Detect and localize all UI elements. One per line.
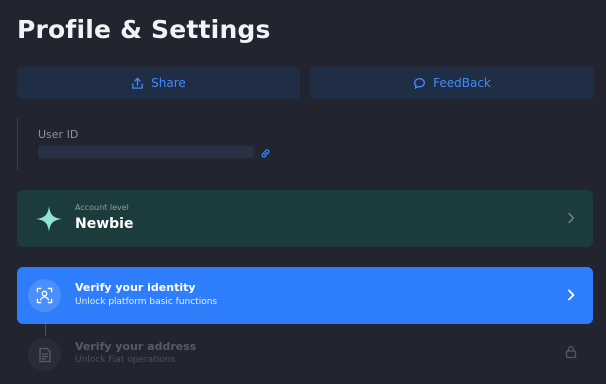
chat-bubble-icon	[414, 77, 426, 89]
lock-icon	[565, 346, 577, 359]
page-title: Profile & Settings	[17, 15, 271, 44]
verify-identity-card[interactable]: Verify your identity Unlock platform bas…	[17, 267, 593, 324]
sparkle-star-icon	[36, 206, 62, 232]
verify-identity-badge	[28, 279, 61, 312]
chevron-right-icon	[568, 212, 575, 224]
share-icon	[132, 77, 143, 89]
feedback-button[interactable]: FeedBack	[310, 67, 594, 99]
verify-address-row: Verify your address Unlock Fiat operatio…	[17, 333, 593, 378]
verify-address-subtitle: Unlock Fiat operations	[75, 355, 176, 365]
face-scan-icon	[36, 287, 53, 304]
verify-identity-subtitle: Unlock platform basic functions	[75, 297, 218, 307]
share-label: Share	[151, 76, 186, 90]
document-icon	[38, 347, 51, 362]
copy-icon[interactable]	[260, 148, 271, 159]
account-level-value: Newbie	[75, 216, 134, 232]
user-id-section: User ID	[17, 118, 318, 170]
share-button[interactable]: Share	[17, 67, 300, 99]
user-id-value	[38, 146, 254, 158]
account-level-caption: Account level	[75, 203, 129, 212]
verify-identity-title: Verify your identity	[75, 281, 196, 294]
feedback-label: FeedBack	[433, 76, 491, 90]
chevron-right-icon	[568, 289, 575, 301]
user-id-label: User ID	[38, 128, 79, 141]
verify-address-title: Verify your address	[75, 340, 197, 353]
account-level-card[interactable]: Account level Newbie	[17, 190, 593, 247]
verify-address-badge	[28, 338, 61, 371]
